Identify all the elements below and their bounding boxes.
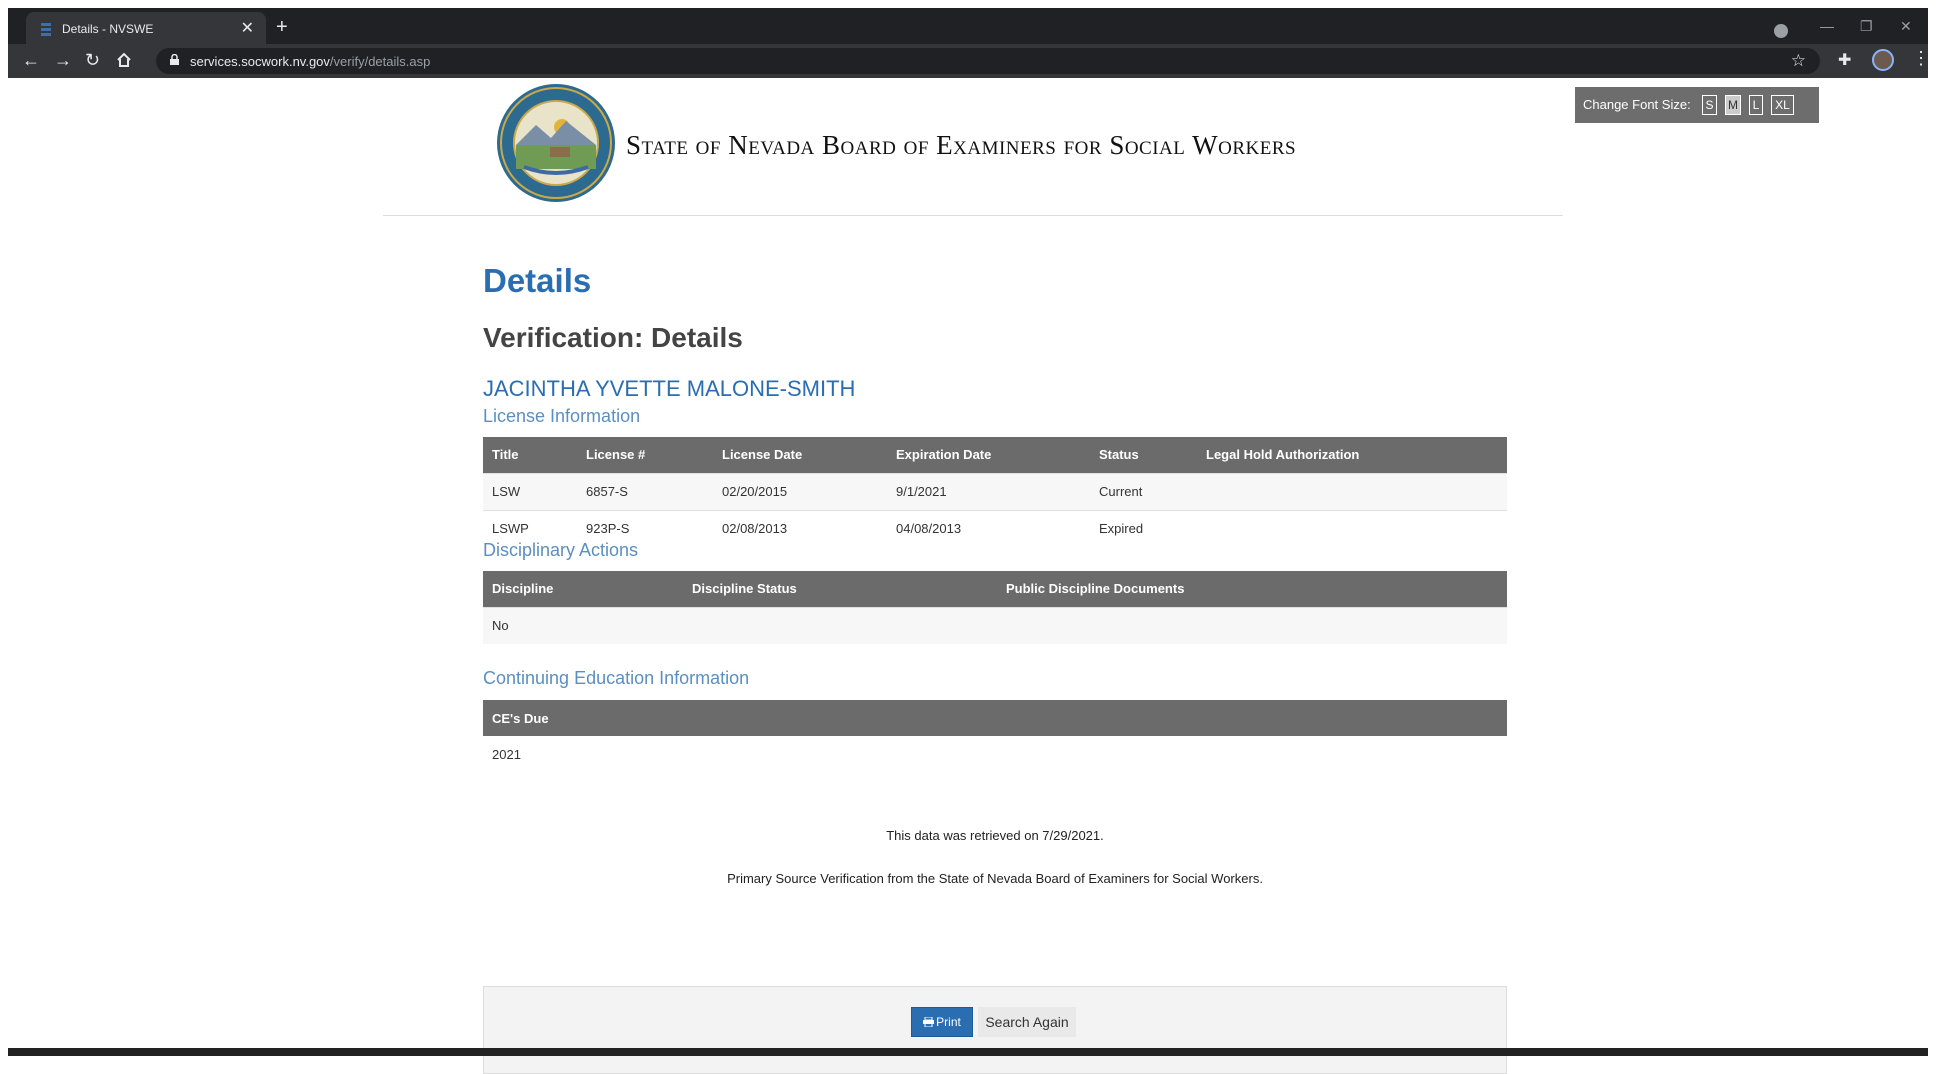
table-cell <box>997 606 1507 644</box>
forward-arrow-icon[interactable]: → <box>54 50 72 70</box>
restore-icon[interactable]: ❐ <box>1860 18 1873 35</box>
button-panel: Print Search Again <box>483 986 1507 1074</box>
table-header-row: Title License # License Date Expiration … <box>483 437 1507 473</box>
discipline-table: Discipline Discipline Status Public Disc… <box>483 571 1507 644</box>
lock-icon <box>170 54 179 65</box>
table-cell: 02/20/2015 <box>713 472 887 510</box>
table-cell: LSW <box>483 472 577 510</box>
table-cell: 2021 <box>492 747 521 762</box>
print-button[interactable]: Print <box>911 1007 973 1037</box>
table-row: LSW 6857-S 02/20/2015 9/1/2021 Current <box>483 472 1507 510</box>
license-table: Title License # License Date Expiration … <box>483 437 1507 547</box>
table-cell <box>1197 509 1507 547</box>
browser-window: Details - NVSWE ✕ + — ❐ ✕ ← → ↻ services… <box>0 0 1936 1074</box>
table-cell: Current <box>1090 472 1197 510</box>
column-header: Status <box>1090 437 1197 473</box>
new-tab-icon[interactable]: + <box>276 17 288 37</box>
table-row: 2021 <box>483 736 1507 773</box>
font-size-l-button[interactable]: L <box>1749 95 1763 115</box>
browser-toolbar: ← → ↻ services.socwork.nv.gov/verify/det… <box>8 44 1930 78</box>
browser-tab[interactable]: Details - NVSWE ✕ <box>26 12 266 48</box>
table-cell: 02/08/2013 <box>713 509 887 547</box>
table-cell <box>683 606 997 644</box>
address-bar[interactable]: services.socwork.nv.gov/verify/details.a… <box>156 48 1820 74</box>
retrieved-note: This data was retrieved on 7/29/2021. <box>886 828 1104 843</box>
minimize-icon[interactable]: — <box>1820 18 1834 34</box>
table-row: No <box>483 606 1507 644</box>
os-taskbar <box>8 1048 1928 1056</box>
extensions-icon[interactable]: ✚ <box>1838 50 1851 70</box>
table-cell: 04/08/2013 <box>887 509 1090 547</box>
tab-search-icon[interactable] <box>1774 24 1788 38</box>
table-cell: 6857-S <box>577 472 713 510</box>
column-header: Public Discipline Documents <box>997 571 1507 607</box>
page-subtitle: Verification: Details <box>483 322 743 353</box>
table-header-row: Discipline Discipline Status Public Disc… <box>483 571 1507 607</box>
back-arrow-icon[interactable]: ← <box>22 50 40 70</box>
site-header: State of Nevada Board of Examiners for S… <box>383 78 1819 216</box>
font-size-label: Change Font Size: <box>1583 97 1691 112</box>
ce-table: CE's Due 2021 <box>483 700 1507 773</box>
tab-strip: Details - NVSWE ✕ + — ❐ ✕ <box>8 8 1928 48</box>
table-header-row: CE's Due <box>483 700 1507 736</box>
nevada-seal-icon <box>497 84 615 202</box>
column-header: Discipline Status <box>683 571 997 607</box>
table-cell <box>1197 472 1507 510</box>
psv-note: Primary Source Verification from the Sta… <box>727 871 1263 886</box>
discipline-heading: Disciplinary Actions <box>483 540 639 560</box>
url-text[interactable]: services.socwork.nv.gov/verify/details.a… <box>190 54 430 69</box>
license-heading: License Information <box>483 406 641 426</box>
person-name: JACINTHA YVETTE MALONE-SMITH <box>483 376 856 401</box>
column-header: Discipline <box>483 571 683 607</box>
font-size-xl-button[interactable]: XL <box>1771 95 1794 115</box>
search-again-button[interactable]: Search Again <box>978 1007 1076 1037</box>
table-cell: No <box>483 606 683 644</box>
profile-avatar[interactable] <box>1872 49 1894 71</box>
font-size-s-button[interactable]: S <box>1702 95 1717 115</box>
menu-icon[interactable]: ⋮ <box>1912 48 1930 69</box>
page-title: Details <box>483 262 592 299</box>
tab-title: Details - NVSWE <box>62 22 154 36</box>
font-size-control: Change Font Size: S M L XL <box>1575 87 1819 123</box>
web-page: State of Nevada Board of Examiners for S… <box>8 78 1928 1074</box>
home-icon[interactable] <box>116 52 132 68</box>
table-cell: Expired <box>1090 509 1197 547</box>
close-window-icon[interactable]: ✕ <box>1900 18 1912 35</box>
column-header: Expiration Date <box>887 437 1090 473</box>
site-favicon-icon <box>41 23 51 36</box>
column-header: License Date <box>713 437 887 473</box>
site-title: State of Nevada Board of Examiners for S… <box>626 130 1297 160</box>
column-header: CE's Due <box>483 700 1507 736</box>
tab-close-icon[interactable]: ✕ <box>241 20 254 38</box>
column-header: Legal Hold Authorization <box>1197 437 1507 473</box>
table-cell: 9/1/2021 <box>887 472 1090 510</box>
reload-icon[interactable]: ↻ <box>85 50 100 70</box>
print-icon <box>923 1016 935 1028</box>
ce-heading: Continuing Education Information <box>483 668 750 688</box>
print-label: Print <box>936 1015 961 1029</box>
star-icon[interactable]: ☆ <box>1791 51 1806 71</box>
font-size-m-button[interactable]: M <box>1725 95 1741 115</box>
column-header: Title <box>483 437 577 473</box>
column-header: License # <box>577 437 713 473</box>
